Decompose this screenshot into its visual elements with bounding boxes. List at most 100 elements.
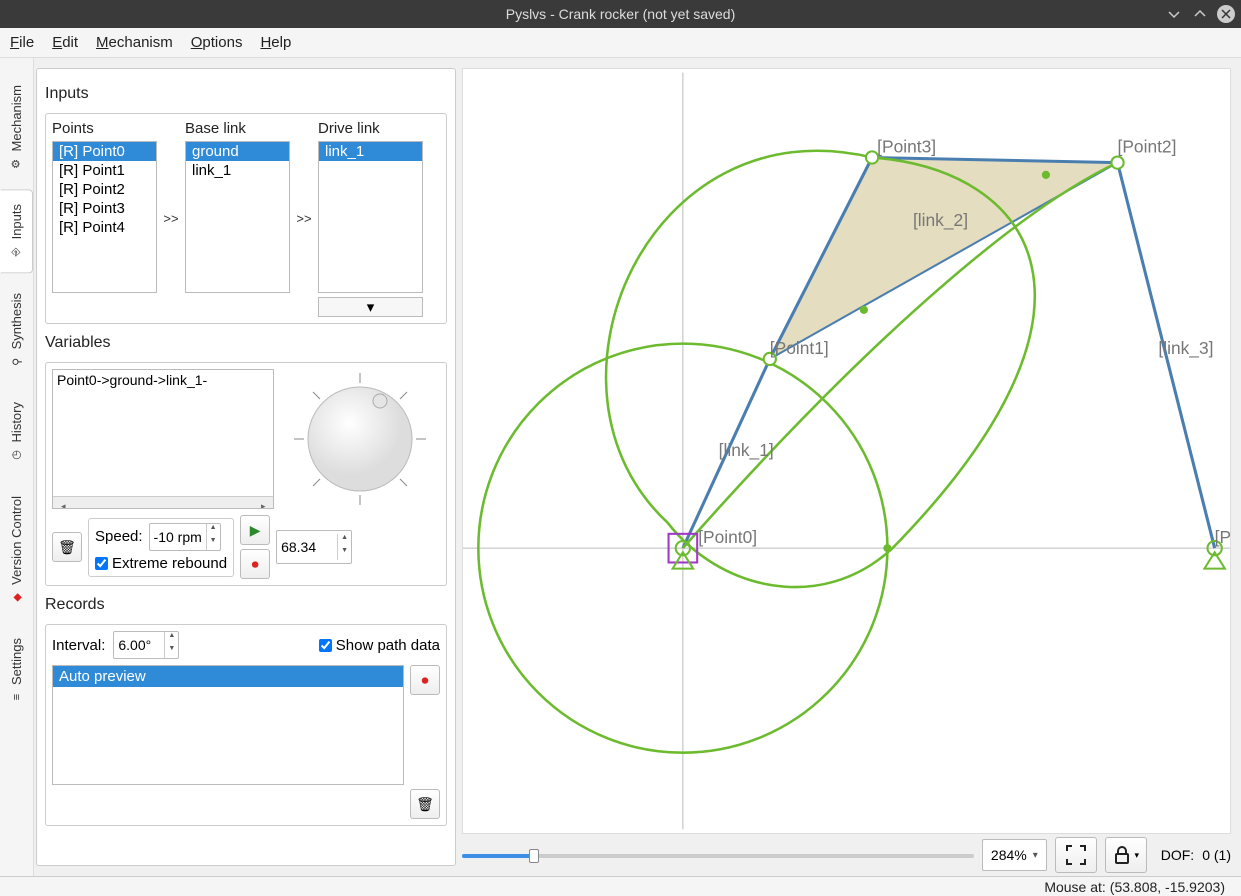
fit-view-button[interactable] [1055, 837, 1097, 873]
arrow-right-icon: >> [161, 211, 181, 226]
tab-history[interactable]: ◷History [0, 387, 33, 476]
list-item[interactable]: [R] Point3 [53, 199, 156, 218]
record-path-button[interactable]: ⏺ [410, 665, 440, 695]
list-item[interactable]: [R] Point4 [53, 218, 156, 237]
section-variables-title: Variables [45, 334, 447, 352]
menu-help[interactable]: Help [260, 34, 291, 51]
inputs-icon: ⎆ [10, 248, 23, 257]
spin-up-icon[interactable]: ▲ [164, 632, 178, 645]
interval-spinbox[interactable]: ▲▼ [113, 631, 179, 659]
interval-input[interactable] [114, 635, 164, 655]
canvas-label: [Point0] [698, 527, 757, 547]
expand-icon [1065, 844, 1087, 866]
menu-edit[interactable]: Edit [52, 34, 78, 51]
titlebar: Pyslvs - Crank rocker (not yet saved) [0, 0, 1241, 28]
tab-settings[interactable]: ≡Settings [0, 623, 33, 718]
diamond-icon: ◆ [10, 593, 23, 601]
chevron-down-icon: ▾ [1134, 850, 1139, 861]
points-listbox[interactable]: [R] Point0 [R] Point1 [R] Point2 [R] Poi… [52, 141, 157, 293]
mouse-coords: (53.808, -15.9203) [1110, 879, 1225, 895]
list-item[interactable]: link_1 [319, 142, 422, 161]
speed-label: Speed: [95, 528, 143, 545]
tab-inputs[interactable]: ⎆Inputs [0, 189, 33, 273]
gear-icon: ⚙ [10, 159, 23, 169]
statusbar: Mouse at: (53.808, -15.9203) [0, 876, 1241, 896]
zoom-slider[interactable] [462, 846, 974, 864]
tab-synthesis[interactable]: ⚲Synthesis [0, 278, 33, 383]
inputs-panel: Inputs Points [R] Point0 [R] Point1 [R] … [36, 68, 456, 866]
synthesis-icon: ⚲ [10, 358, 23, 366]
section-records-title: Records [45, 596, 447, 614]
variables-listbox[interactable]: Point0->ground->link_1- ◂▸ [52, 369, 274, 509]
base-link-header: Base link [185, 120, 290, 137]
drive-link-header: Drive link [318, 120, 423, 137]
speed-input[interactable] [150, 527, 206, 547]
spin-down-icon[interactable]: ▼ [206, 537, 220, 550]
chevron-down-icon: ▾ [367, 299, 375, 316]
speed-spinbox[interactable]: ▲▼ [149, 523, 221, 551]
dof-label: DOF: [1161, 847, 1194, 863]
spin-up-icon[interactable]: ▲ [337, 534, 351, 547]
close-icon[interactable] [1217, 5, 1235, 23]
angle-dial[interactable] [280, 369, 440, 509]
list-item[interactable]: [R] Point0 [53, 142, 156, 161]
list-item[interactable]: ground [186, 142, 289, 161]
delete-record-button[interactable]: 🗑 [410, 789, 440, 819]
zoom-value: 284% [991, 847, 1027, 863]
vertical-tabs: ⚙Mechanism ⎆Inputs ⚲Synthesis ◷History ◆… [0, 58, 34, 876]
base-link-listbox[interactable]: ground link_1 [185, 141, 290, 293]
trash-icon: 🗑 [416, 796, 434, 813]
menu-options[interactable]: Options [191, 34, 243, 51]
mouse-label: Mouse at: [1044, 879, 1105, 895]
drive-link-listbox[interactable]: link_1 [318, 141, 423, 293]
record-icon: ⏺ [422, 672, 429, 689]
list-item[interactable]: Auto preview [53, 666, 403, 687]
angle-spinbox[interactable]: ▲▼ [276, 530, 352, 564]
list-item[interactable]: Point0->ground->link_1- [53, 370, 273, 390]
expand-drive-button[interactable]: ▾ [318, 297, 423, 317]
spin-up-icon[interactable]: ▲ [206, 524, 220, 537]
dof-value: 0 (1) [1202, 847, 1231, 863]
zoom-combo[interactable]: 284% ▾ [982, 839, 1047, 871]
play-icon: ▶ [250, 522, 261, 539]
lock-view-button[interactable]: ▾ [1105, 837, 1147, 873]
spin-down-icon[interactable]: ▼ [337, 547, 351, 560]
canvas-label: [P [1215, 527, 1230, 547]
list-item[interactable]: [R] Point1 [53, 161, 156, 180]
canvas-footer: 284% ▾ ▾ DOF: 0 (1) [462, 834, 1231, 876]
show-path-checkbox[interactable]: Show path data [319, 637, 440, 654]
menu-mechanism[interactable]: Mechanism [96, 34, 173, 51]
trash-icon: 🗑 [58, 539, 76, 556]
menu-file[interactable]: File [10, 34, 34, 51]
arrow-right-icon: >> [294, 211, 314, 226]
canvas-label: [link_3] [1158, 338, 1213, 358]
minimize-icon[interactable] [1165, 5, 1183, 23]
records-listbox[interactable]: Auto preview [52, 665, 404, 785]
angle-input[interactable] [277, 537, 337, 557]
window-title: Pyslvs - Crank rocker (not yet saved) [506, 6, 736, 22]
list-item[interactable]: link_1 [186, 161, 289, 180]
record-icon: ⏺ [252, 556, 259, 573]
canvas-label: [Point3] [877, 136, 936, 156]
canvas-label: [Point2] [1118, 136, 1177, 156]
maximize-icon[interactable] [1191, 5, 1209, 23]
canvas-label: [link_2] [913, 210, 968, 230]
extreme-rebound-checkbox[interactable]: Extreme rebound [95, 555, 227, 572]
horizontal-scrollbar[interactable]: ◂▸ [53, 496, 273, 508]
record-stop-button[interactable]: ⏺ [240, 549, 270, 579]
mechanism-canvas[interactable]: [Point0] [Point1] [Point2] [Point3] [lin… [462, 68, 1231, 834]
tab-version-control[interactable]: ◆Version Control [0, 481, 33, 619]
play-button[interactable]: ▶ [240, 515, 270, 545]
canvas-label: [Point1] [770, 338, 829, 358]
menubar: File Edit Mechanism Options Help [0, 28, 1241, 58]
section-inputs-title: Inputs [45, 85, 447, 103]
chevron-down-icon: ▾ [1033, 850, 1038, 861]
canvas-label: [link_1] [719, 440, 774, 460]
interval-label: Interval: [52, 637, 105, 654]
tab-mechanism[interactable]: ⚙Mechanism [0, 70, 33, 185]
spin-down-icon[interactable]: ▼ [164, 645, 178, 658]
points-header: Points [52, 120, 157, 137]
list-item[interactable]: [R] Point2 [53, 180, 156, 199]
clock-icon: ◷ [10, 450, 23, 460]
delete-variable-button[interactable]: 🗑 [52, 532, 82, 562]
